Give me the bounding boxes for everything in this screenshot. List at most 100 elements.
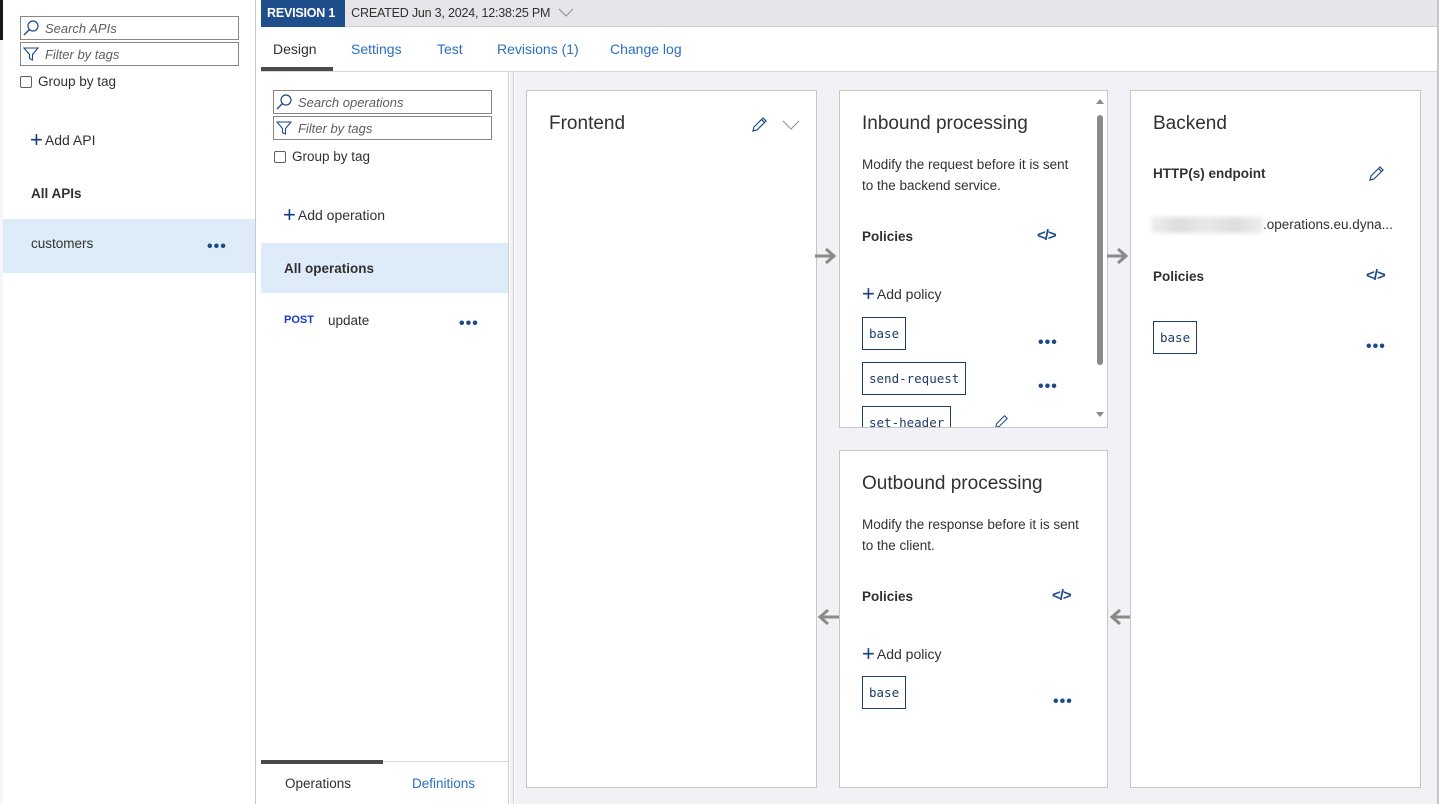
endpoint-label: HTTP(s) endpoint <box>1153 166 1266 181</box>
panel-edge <box>0 40 3 804</box>
plus-icon: + <box>283 202 296 227</box>
add-policy-label: Add policy <box>876 646 942 662</box>
ellipsis-icon[interactable]: ••• <box>459 316 479 332</box>
ellipsis-icon[interactable]: ••• <box>1038 335 1058 351</box>
group-by-tag-checkbox[interactable]: Group by tag <box>20 74 116 89</box>
tab-operations[interactable]: Operations <box>285 776 351 791</box>
revision-bar: REVISION 1 CREATED Jun 3, 2024, 12:38:25… <box>261 0 1439 27</box>
chevron-down-icon[interactable] <box>558 8 574 18</box>
add-policy-button[interactable]: + Add policy <box>862 643 941 665</box>
tab-test[interactable]: Test <box>437 41 463 57</box>
search-apis-input[interactable] <box>40 20 238 36</box>
tab-revisions[interactable]: Revisions (1) <box>497 41 579 57</box>
operation-label: update <box>327 312 370 328</box>
inbound-description: Modify the request before it is sent to … <box>862 157 1069 193</box>
scrollbar[interactable] <box>1095 93 1105 423</box>
plus-icon: + <box>30 127 43 152</box>
group-by-tag-label: Group by tag <box>38 74 117 89</box>
checkbox-box[interactable] <box>274 150 286 163</box>
outbound-title: Outbound processing <box>862 473 1043 494</box>
add-api-button[interactable]: + Add API <box>30 129 95 151</box>
backend-title: Backend <box>1153 113 1227 134</box>
frontend-title: Frontend <box>549 113 626 134</box>
tab-change-log[interactable]: Change log <box>610 41 682 57</box>
ellipsis-icon[interactable]: ••• <box>207 239 227 255</box>
plus-icon: + <box>862 281 875 306</box>
revision-created-text: CREATED Jun 3, 2024, 12:38:25 PM <box>351 6 551 20</box>
active-tab-indicator <box>261 67 333 71</box>
outbound-description: Modify the response before it is sent to… <box>862 517 1079 553</box>
outbound-policies-label: Policies <box>862 589 914 604</box>
arrow-left-icon <box>1109 609 1131 625</box>
search-icon <box>21 17 41 39</box>
filter-tags-field[interactable] <box>20 42 239 66</box>
tab-definitions[interactable]: Definitions <box>412 776 475 791</box>
policy-chip[interactable]: base <box>1153 321 1198 354</box>
policy-chip[interactable]: set-header <box>862 406 952 427</box>
arrow-left-icon <box>817 609 839 625</box>
ellipsis-icon[interactable]: ••• <box>1053 694 1073 710</box>
add-operation-button[interactable]: + Add operation <box>283 204 385 226</box>
filter-tags-input[interactable] <box>40 46 238 62</box>
design-canvas: Frontend Inbound processing Modify the r… <box>515 72 1437 804</box>
inbound-title: Inbound processing <box>862 113 1028 134</box>
http-method-badge: POST <box>284 314 314 326</box>
operation-item[interactable]: POST update ••• <box>261 295 508 345</box>
scroll-down-icon[interactable] <box>1096 412 1104 417</box>
endpoint-url-suffix: .operations.eu.dyna... <box>1263 217 1393 232</box>
code-editor-icon[interactable]: </> <box>1052 587 1072 604</box>
chevron-down-icon[interactable] <box>781 117 801 133</box>
search-apis-field[interactable] <box>20 16 239 40</box>
inbound-policies-label: Policies <box>862 229 914 244</box>
policy-chip[interactable]: send-request <box>862 362 967 395</box>
plus-icon: + <box>862 641 875 666</box>
ellipsis-icon[interactable]: ••• <box>1366 339 1386 355</box>
policy-chip[interactable]: base <box>862 676 907 709</box>
inbound-processing-card: Inbound processing Modify the request be… <box>839 90 1108 428</box>
pencil-icon[interactable] <box>992 413 1010 427</box>
operations-panel: Group by tag + Add operation All operati… <box>261 72 509 804</box>
backend-card: Backend HTTP(s) endpoint .operations.eu.… <box>1130 90 1421 788</box>
api-list-item[interactable]: customers ••• <box>3 219 255 273</box>
search-icon <box>274 91 294 113</box>
filter-tags-field[interactable] <box>273 116 492 140</box>
tab-settings[interactable]: Settings <box>351 41 402 57</box>
pencil-icon[interactable] <box>1366 164 1386 184</box>
arrow-right-icon <box>815 248 837 264</box>
operations-bottom-tabs: Operations Definitions <box>261 760 508 804</box>
scrollbar-thumb[interactable] <box>1097 115 1103 365</box>
tab-bar: Design Settings Test Revisions (1) Chang… <box>261 27 1439 72</box>
add-api-label: Add API <box>44 132 96 148</box>
add-policy-button[interactable]: + Add policy <box>862 283 941 305</box>
outbound-processing-card: Outbound processing Modify the response … <box>839 450 1108 788</box>
add-policy-label: Add policy <box>876 286 942 302</box>
endpoint-url: .operations.eu.dyna... <box>1151 217 1393 234</box>
pencil-icon[interactable] <box>749 115 769 135</box>
operation-label: All operations <box>284 260 375 276</box>
code-editor-icon[interactable]: </> <box>1366 267 1386 284</box>
filter-icon <box>274 117 294 139</box>
ellipsis-icon[interactable]: ••• <box>1038 379 1058 395</box>
search-operations-input[interactable] <box>293 94 491 110</box>
all-apis-heading: All APIs <box>31 186 82 201</box>
frontend-card: Frontend <box>526 90 817 788</box>
filter-icon <box>21 43 41 65</box>
active-tab-indicator <box>261 760 383 764</box>
redacted-url-prefix <box>1151 217 1263 234</box>
backend-policies-label: Policies <box>1153 269 1205 284</box>
filter-tags-input[interactable] <box>293 120 491 136</box>
panel-splitter[interactable] <box>510 72 514 804</box>
checkbox-box[interactable] <box>20 75 32 88</box>
revision-badge: REVISION 1 <box>261 0 346 27</box>
add-operation-label: Add operation <box>297 207 386 223</box>
window-edge <box>0 0 3 40</box>
code-editor-icon[interactable]: </> <box>1037 227 1057 244</box>
group-by-tag-checkbox[interactable]: Group by tag <box>274 149 370 164</box>
api-list-panel: Group by tag + Add API All APIs customer… <box>0 0 256 804</box>
search-operations-field[interactable] <box>273 90 492 114</box>
policy-chip[interactable]: base <box>862 317 907 350</box>
tab-design[interactable]: Design <box>273 41 317 57</box>
group-by-tag-label: Group by tag <box>292 149 371 164</box>
operation-item-all[interactable]: All operations <box>261 243 508 293</box>
scroll-up-icon[interactable] <box>1096 99 1104 104</box>
